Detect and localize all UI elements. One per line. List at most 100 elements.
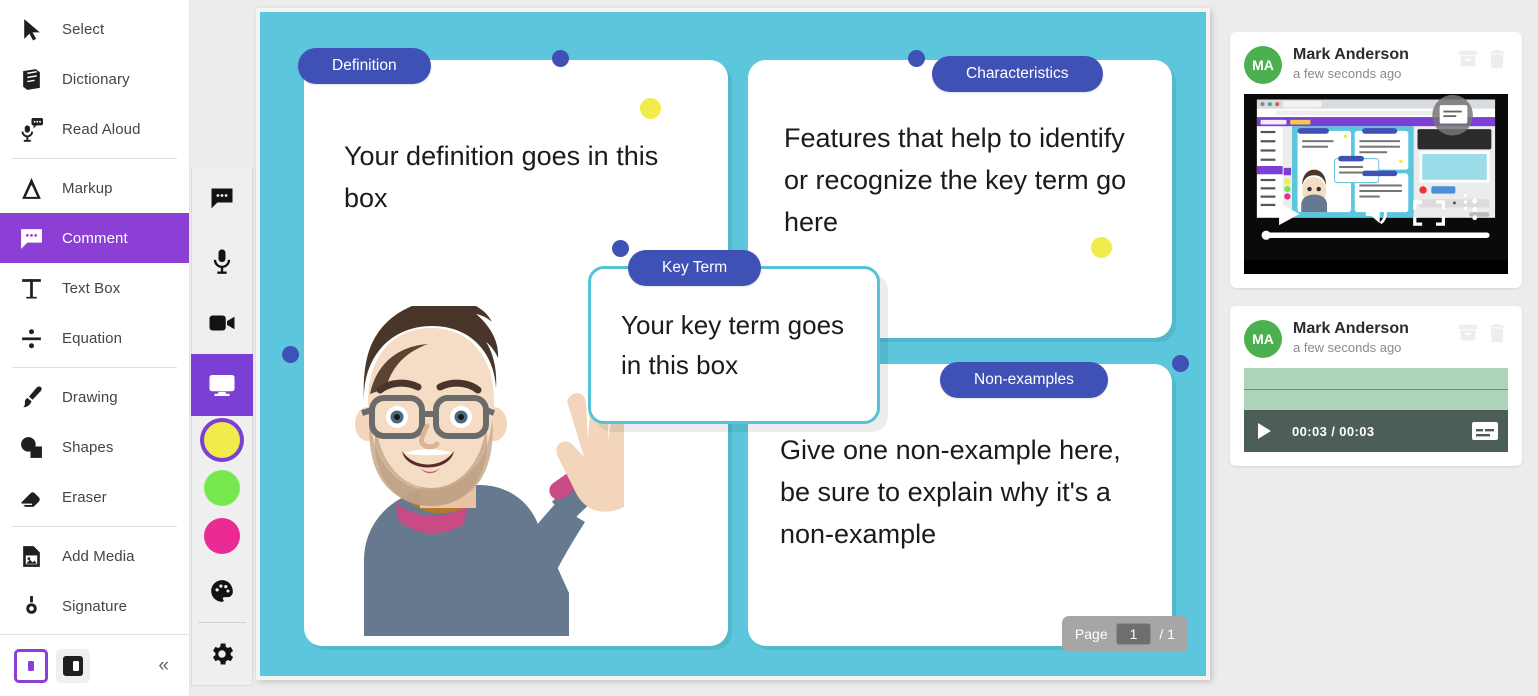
archive-icon[interactable] [1457, 48, 1479, 70]
comment-header: MA Mark Anderson a few seconds ago [1244, 320, 1508, 358]
sidebar-item-label: Comment [62, 229, 128, 247]
sidebar-item-select[interactable]: Select [0, 4, 189, 54]
archive-icon[interactable] [1457, 322, 1479, 344]
sidebar-item-label: Add Media [62, 547, 135, 565]
comment-actions [1457, 320, 1508, 344]
comment-timestamp: a few seconds ago [1293, 340, 1402, 356]
sidebar-divider [12, 158, 177, 159]
layout-split-icon [63, 655, 83, 676]
resize-handle[interactable] [1172, 355, 1189, 372]
comments-panel: MA Mark Anderson a few seconds ago MA Ma… [1220, 0, 1538, 696]
layout-split-button[interactable] [56, 648, 90, 683]
comment-timestamp: a few seconds ago [1293, 66, 1402, 82]
card-text-non-examples: Give one non-example here, be sure to ex… [780, 435, 1121, 549]
audio-comment-button[interactable] [191, 230, 253, 292]
card-chip-non-examples: Non-examples [940, 362, 1108, 398]
frayer-card-key-term[interactable]: Your key term goes in this box [588, 266, 880, 424]
audio-player[interactable]: 00:03 / 00:03 [1244, 368, 1508, 452]
sidebar-item-add-media[interactable]: Add Media [0, 531, 189, 581]
collapse-sidebar-button[interactable]: « [158, 655, 175, 677]
swatch-dot [204, 470, 240, 506]
page-indicator[interactable]: Page 1 / 1 [1061, 616, 1188, 652]
video-thumbnail [1244, 94, 1508, 261]
comment-author: Mark Anderson [1293, 46, 1409, 63]
divide-icon [18, 325, 44, 351]
document-canvas[interactable]: Your definition goes in this box Definit… [256, 8, 1210, 680]
waving-memoji-illustration [355, 306, 624, 636]
resize-handle[interactable] [908, 50, 925, 67]
palette-button[interactable] [191, 560, 253, 622]
card-text-definition: Your definition goes in this box [344, 141, 659, 213]
page-label: Page [1074, 626, 1108, 642]
card-chip-characteristics: Characteristics [932, 56, 1103, 92]
video-player[interactable] [1244, 94, 1508, 274]
page-number-input[interactable]: 1 [1115, 623, 1152, 645]
comment-actions [1457, 46, 1508, 70]
comment-icon [18, 225, 44, 251]
video-comment-button[interactable] [191, 292, 253, 354]
comment-card-video[interactable]: MA Mark Anderson a few seconds ago [1230, 32, 1522, 288]
text-icon [18, 275, 44, 301]
comment-header: MA Mark Anderson a few seconds ago [1244, 46, 1508, 84]
sidebar-item-comment[interactable]: Comment [0, 213, 189, 263]
sidebar-item-markup[interactable]: Markup [0, 163, 189, 213]
swatch-dot [204, 422, 240, 458]
resize-handle[interactable] [612, 240, 629, 257]
gear-icon [213, 643, 234, 665]
play-icon[interactable] [1254, 421, 1274, 441]
sidebar-item-label: Markup [62, 179, 113, 197]
resize-handle[interactable] [552, 50, 569, 67]
sidebar-item-signature[interactable]: Signature [0, 581, 189, 631]
sticky-dot[interactable] [640, 98, 661, 119]
shapes-icon [18, 434, 44, 460]
sidebar-item-shapes[interactable]: Shapes [0, 422, 189, 472]
comment-type-toolbar [191, 168, 253, 686]
swatch-dot [204, 518, 240, 554]
sidebar-item-equation[interactable]: Equation [0, 313, 189, 363]
sidebar-item-text-box[interactable]: Text Box [0, 263, 189, 313]
sidebar-item-eraser[interactable]: Eraser [0, 472, 189, 522]
sidebar-item-label: Read Aloud [62, 120, 141, 138]
sidebar-footer: « [0, 634, 189, 696]
sidebar-item-label: Text Box [62, 279, 121, 297]
color-swatch-yellow[interactable] [191, 416, 253, 464]
sidebar-item-drawing[interactable]: Drawing [0, 372, 189, 422]
signature-icon [18, 593, 44, 619]
video-camera-icon [209, 315, 235, 331]
trash-icon[interactable] [1486, 48, 1508, 70]
resize-handle[interactable] [282, 346, 299, 363]
comment-meta: Mark Anderson a few seconds ago [1293, 46, 1446, 81]
book-icon [18, 66, 44, 92]
sidebar-divider [12, 526, 177, 527]
captions-icon[interactable] [1472, 422, 1498, 440]
avatar: MA [1244, 46, 1282, 84]
sidebar-item-dictionary[interactable]: Dictionary [0, 54, 189, 104]
sidebar-item-label: Drawing [62, 388, 118, 406]
screen-comment-button[interactable] [191, 354, 253, 416]
card-text-key-term: Your key term goes in this box [621, 310, 845, 381]
audio-time: 00:03 / 00:03 [1292, 423, 1375, 439]
monitor-icon [209, 375, 235, 396]
sidebar-item-label: Shapes [62, 438, 114, 456]
eraser-icon [18, 484, 44, 510]
tool-list: Select Dictionary Read Aloud Markup Comment T… [0, 0, 189, 634]
sidebar-item-label: Equation [62, 329, 123, 347]
text-comment-button[interactable] [191, 168, 253, 230]
microphone-icon [213, 249, 231, 274]
comment-meta: Mark Anderson a few seconds ago [1293, 320, 1446, 355]
sidebar-item-label: Eraser [62, 488, 107, 506]
sidebar-item-label: Signature [62, 597, 128, 615]
layout-single-button[interactable] [14, 648, 48, 683]
layout-single-icon [28, 660, 34, 671]
color-swatch-green[interactable] [191, 464, 253, 512]
page-total: / 1 [1159, 626, 1175, 642]
comment-card-audio[interactable]: MA Mark Anderson a few seconds ago 00:03… [1230, 306, 1522, 466]
trash-icon[interactable] [1486, 322, 1508, 344]
sidebar-item-read-aloud[interactable]: Read Aloud [0, 104, 189, 154]
card-chip-key-term: Key Term [628, 250, 762, 286]
color-swatch-pink[interactable] [191, 512, 253, 560]
card-text-characteristics: Features that help to identify or recogn… [784, 123, 1127, 237]
audio-waveform[interactable] [1244, 368, 1508, 410]
settings-button[interactable] [191, 623, 253, 685]
sticky-dot[interactable] [1091, 237, 1112, 258]
